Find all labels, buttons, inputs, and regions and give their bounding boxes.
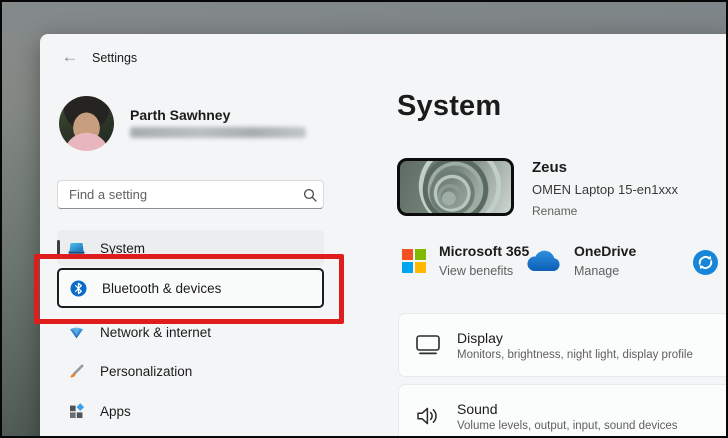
display-card[interactable]: Display Monitors, brightness, night ligh… <box>398 313 726 377</box>
apps-icon <box>68 402 85 420</box>
network-globe-icon <box>68 324 85 341</box>
card-subtitle: Monitors, brightness, night light, displ… <box>457 348 693 361</box>
page-title: System <box>397 90 502 122</box>
rename-link[interactable]: Rename <box>532 204 577 218</box>
manage-link[interactable]: Manage <box>574 264 619 278</box>
card-title: Sound <box>457 400 498 417</box>
search-box[interactable] <box>57 180 324 209</box>
view-benefits-link[interactable]: View benefits <box>439 264 513 278</box>
back-button[interactable]: ← <box>60 47 80 67</box>
device-name: Zeus <box>532 159 568 176</box>
sidebar-item-label: Apps <box>100 403 131 419</box>
search-icon <box>297 188 323 202</box>
annotation-highlight-box <box>34 254 344 324</box>
card-title: Display <box>457 329 503 346</box>
display-monitor-icon <box>413 333 443 357</box>
settings-window: ← Settings Parth Sawhney System B <box>40 34 726 436</box>
profile-name: Parth Sawhney <box>130 107 231 123</box>
sound-speaker-icon <box>413 404 443 428</box>
sound-card[interactable]: Sound Volume levels, output, input, soun… <box>398 384 726 436</box>
sync-icon[interactable] <box>692 249 719 276</box>
onedrive-label: OneDrive <box>574 243 637 259</box>
back-arrow-icon: ← <box>61 47 79 66</box>
paintbrush-icon <box>68 363 85 380</box>
sidebar-item-label: Network & internet <box>100 324 212 340</box>
microsoft-365-icon <box>402 249 426 273</box>
sidebar-item-label: Personalization <box>100 363 193 379</box>
device-thumbnail <box>397 158 514 216</box>
device-model: OMEN Laptop 15-en1xxx <box>532 182 678 197</box>
avatar[interactable] <box>59 96 114 151</box>
window-title: Settings <box>92 51 138 65</box>
profile-email-redacted <box>130 127 306 138</box>
screenshot-frame: ← Settings Parth Sawhney System B <box>0 0 728 438</box>
desktop-background <box>2 2 726 35</box>
sidebar-item-apps[interactable]: Apps <box>57 394 324 428</box>
sidebar-item-personalization[interactable]: Personalization <box>57 354 324 388</box>
microsoft-365-label: Microsoft 365 <box>439 243 530 259</box>
search-input[interactable] <box>58 187 297 202</box>
card-subtitle: Volume levels, output, input, sound devi… <box>457 419 678 432</box>
onedrive-cloud-icon <box>523 249 563 281</box>
